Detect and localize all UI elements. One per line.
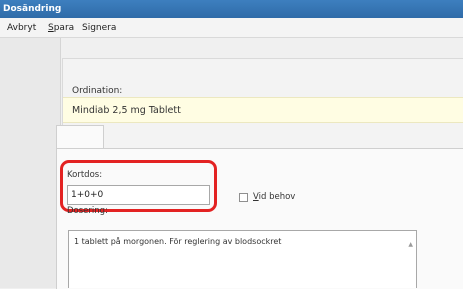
menu-spara-rest: para xyxy=(53,23,75,33)
menu-bar: Avbryt Spara Signera xyxy=(0,18,463,38)
kortdos-label: Kortdos: xyxy=(67,170,103,180)
ordination-value: Mindiab 2,5 mg Tablett xyxy=(72,105,181,116)
triangle-up-icon[interactable]: ▲ xyxy=(408,241,413,248)
menu-signera[interactable]: Signera xyxy=(82,23,116,33)
vid-behov-label-rest: id behov xyxy=(258,192,296,202)
dosering-label: Dosering: xyxy=(67,206,108,216)
ordination-label: Ordination: xyxy=(72,86,123,96)
dosering-textarea[interactable]: 1 tablett på morgonen. För reglering av … xyxy=(68,230,417,288)
dosering-text: 1 tablett på morgonen. För reglering av … xyxy=(74,237,282,246)
vid-behov-label[interactable]: Vid behov xyxy=(253,192,295,202)
ordination-value-box: Mindiab 2,5 mg Tablett xyxy=(63,97,463,123)
vid-behov-checkbox[interactable] xyxy=(239,193,248,202)
menu-spara[interactable]: Spara xyxy=(48,23,74,33)
kortdos-input[interactable] xyxy=(67,185,210,205)
menu-avbryt[interactable]: Avbryt xyxy=(7,23,36,33)
window-titlebar: Dosändring xyxy=(0,0,463,18)
left-panel xyxy=(0,38,61,288)
tab-dosering[interactable] xyxy=(56,125,104,150)
window-title: Dosändring xyxy=(3,4,62,14)
